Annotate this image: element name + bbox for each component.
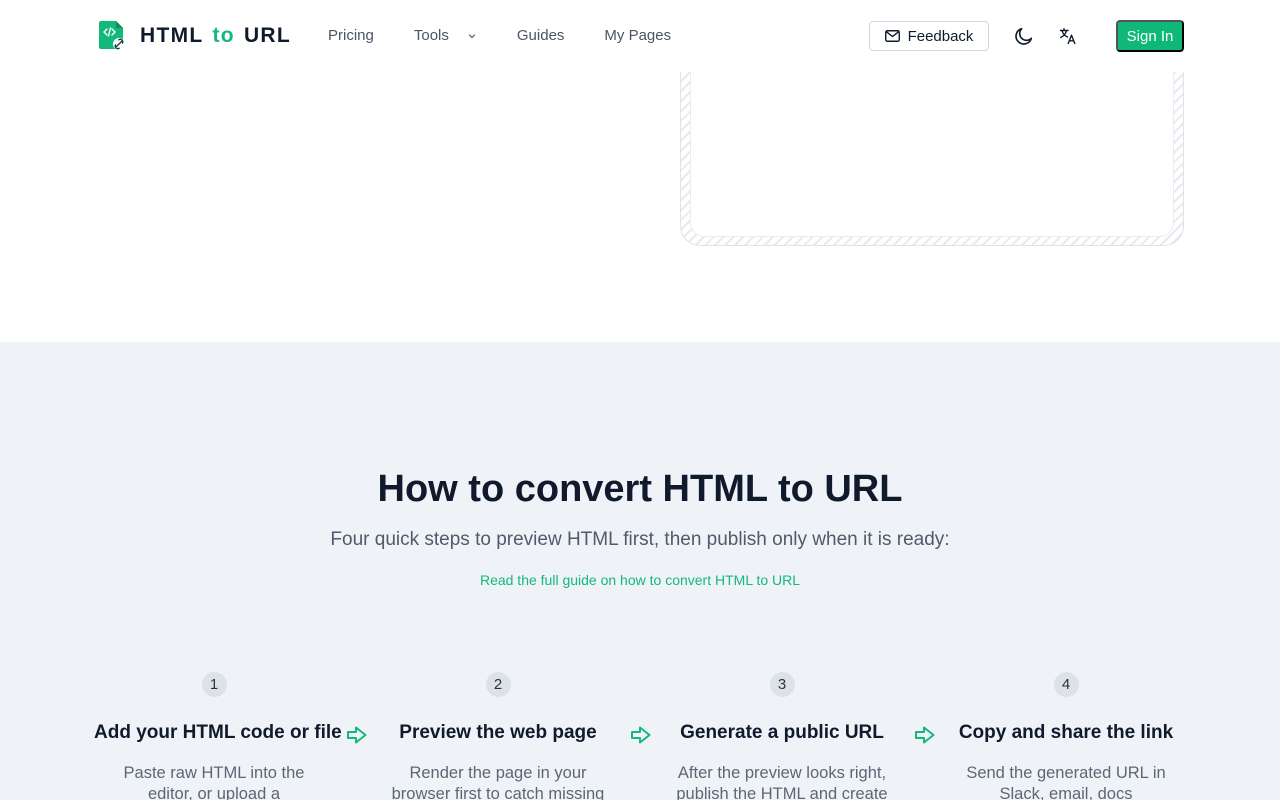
how-to-subtitle: Four quick steps to preview HTML first, … xyxy=(330,529,950,550)
step-description: Render the page in your browser first to… xyxy=(391,764,605,800)
step-1: 1 Add your HTML code or file Paste raw H… xyxy=(94,672,342,800)
step-number: 3 xyxy=(769,672,795,697)
logo-word-html: HTML xyxy=(140,23,204,47)
moon-icon xyxy=(1015,27,1033,45)
step-title: Copy and share the link xyxy=(958,722,1174,743)
arrow-right-icon xyxy=(631,726,651,744)
step-2: 2 Preview the web page Render the page i… xyxy=(378,672,618,800)
full-guide-link[interactable]: Read the full guide on how to convert HT… xyxy=(0,572,1280,588)
logo-text: HTML to URL xyxy=(140,24,291,48)
step-title: Add your HTML code or file xyxy=(94,722,342,743)
step-title: Preview the web page xyxy=(399,722,597,743)
feedback-label: Feedback xyxy=(907,27,974,45)
step-description: After the preview looks right, publish t… xyxy=(676,764,888,800)
nav-tools[interactable]: Tools xyxy=(414,27,477,44)
site-header: HTML to URL Pricing Tools Guides My Page… xyxy=(0,0,1280,72)
feedback-button[interactable]: Feedback xyxy=(869,21,989,51)
nav-pricing-label: Pricing xyxy=(328,27,374,44)
language-button[interactable] xyxy=(1056,24,1080,48)
nav-my-pages[interactable]: My Pages xyxy=(604,27,671,44)
step-4: 4 Copy and share the link Send the gener… xyxy=(946,672,1186,800)
step-3: 3 Generate a public URL After the previe… xyxy=(662,672,902,800)
how-to-title: How to convert HTML to URL xyxy=(377,468,903,510)
logo-file-link-icon xyxy=(98,20,127,51)
arrow-right-icon xyxy=(347,726,367,744)
nav-tools-label: Tools xyxy=(413,27,449,44)
nav-my-pages-label: My Pages xyxy=(604,27,672,44)
mail-icon xyxy=(884,30,900,42)
step-title: Generate a public URL xyxy=(680,722,884,743)
step-number: 2 xyxy=(485,672,511,697)
chevron-down-icon xyxy=(468,33,475,38)
nav-guides[interactable]: Guides xyxy=(517,27,565,44)
how-to-section: How to convert HTML to URL Four quick st… xyxy=(0,342,1280,800)
logo-word-url: URL xyxy=(243,23,291,47)
nav-guides-label: Guides xyxy=(516,27,565,44)
sign-in-label: Sign In xyxy=(1126,27,1174,45)
step-number: 1 xyxy=(201,672,227,697)
step-description: Send the generated URL in Slack, email, … xyxy=(966,764,1166,800)
step-number: 4 xyxy=(1053,672,1079,697)
theme-toggle-button[interactable] xyxy=(1012,24,1036,48)
logo-word-to: to xyxy=(212,23,235,47)
arrow-right-icon xyxy=(915,726,935,744)
sign-in-button[interactable]: Sign In xyxy=(1116,20,1184,52)
nav-pricing[interactable]: Pricing xyxy=(328,27,374,44)
main-nav: Pricing Tools Guides My Pages xyxy=(328,27,671,44)
translate-icon xyxy=(1059,28,1076,45)
step-description: Paste raw HTML into the editor, or uploa… xyxy=(123,764,305,800)
logo[interactable]: HTML to URL xyxy=(98,20,291,51)
